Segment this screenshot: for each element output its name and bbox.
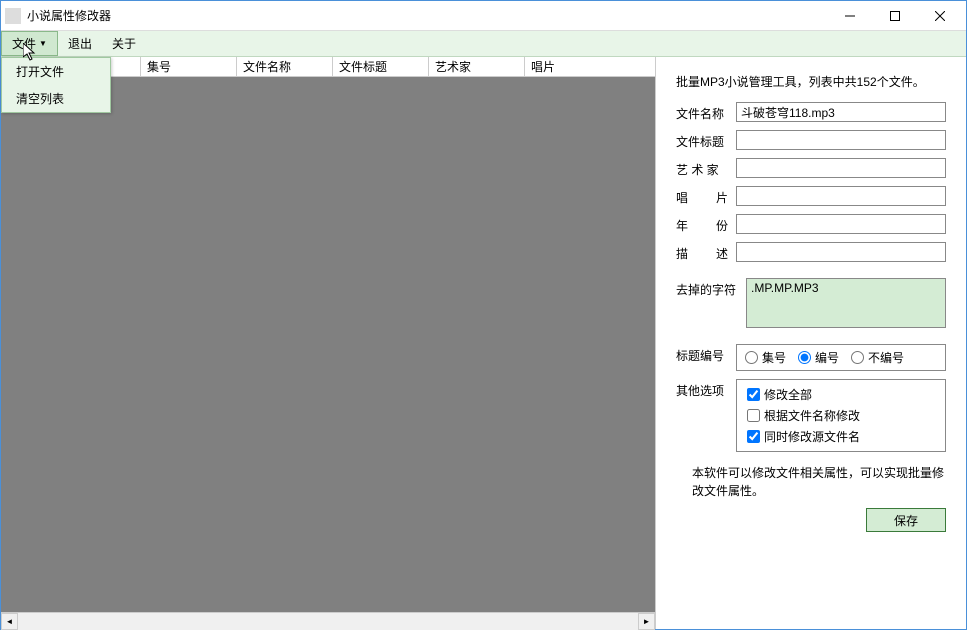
footer-text: 本软件可以修改文件相关属性，可以实现批量修改文件属性。	[692, 464, 946, 500]
save-button[interactable]: 保存	[866, 508, 946, 532]
input-filename[interactable]	[736, 102, 946, 122]
th-artist[interactable]: 艺术家	[429, 57, 525, 76]
label-desc: 描述	[676, 242, 736, 262]
check-source-input[interactable]	[747, 430, 760, 443]
table-body[interactable]	[1, 77, 655, 612]
label-numbering: 标题编号	[676, 344, 736, 364]
label-artist: 艺 术 家	[676, 158, 736, 178]
scroll-left-button[interactable]: ◄	[1, 613, 18, 630]
label-album: 唱片	[676, 186, 736, 206]
label-other: 其他选项	[676, 379, 736, 399]
radio-bianhao-input[interactable]	[798, 351, 811, 364]
th-album[interactable]: 唱片	[525, 57, 621, 76]
check-byname[interactable]: 根据文件名称修改	[747, 407, 860, 424]
check-all-input[interactable]	[747, 388, 760, 401]
scroll-right-button[interactable]: ►	[638, 613, 655, 630]
input-filetitle[interactable]	[736, 130, 946, 150]
input-desc[interactable]	[736, 242, 946, 262]
th-filename[interactable]: 文件名称	[237, 57, 333, 76]
input-artist[interactable]	[736, 158, 946, 178]
check-byname-input[interactable]	[747, 409, 760, 422]
label-year: 年份	[676, 214, 736, 234]
app-icon	[5, 8, 21, 24]
numbering-group: 集号 编号 不编号	[736, 344, 946, 371]
input-year[interactable]	[736, 214, 946, 234]
left-panel: 集号 文件名称 文件标题 艺术家 唱片 ◄ ►	[1, 57, 656, 629]
close-button[interactable]	[917, 2, 962, 30]
minimize-icon	[845, 11, 855, 21]
chevron-down-icon: ▼	[39, 39, 47, 48]
right-panel: 批量MP3小说管理工具，列表中共152个文件。 文件名称 文件标题 艺 术 家 …	[656, 57, 966, 629]
menu-clear-list[interactable]: 清空列表	[2, 85, 110, 112]
content-area: 集号 文件名称 文件标题 艺术家 唱片 ◄ ► 批量MP3小说管理工具，列表中共…	[1, 57, 966, 629]
menu-exit[interactable]: 退出	[58, 31, 102, 56]
window-title: 小说属性修改器	[27, 7, 827, 24]
file-dropdown: 打开文件 清空列表	[1, 57, 111, 113]
menubar: 文件 ▼ 打开文件 清空列表 退出 关于	[1, 31, 966, 57]
info-text: 批量MP3小说管理工具，列表中共152个文件。	[676, 73, 946, 90]
other-group: 修改全部 根据文件名称修改 同时修改源文件名	[736, 379, 946, 452]
input-album[interactable]	[736, 186, 946, 206]
radio-jihao[interactable]: 集号	[745, 349, 786, 366]
window-controls	[827, 2, 962, 30]
label-strip: 去掉的字符	[676, 278, 746, 298]
minimize-button[interactable]	[827, 2, 872, 30]
check-source[interactable]: 同时修改源文件名	[747, 428, 860, 445]
radio-jihao-input[interactable]	[745, 351, 758, 364]
label-filename: 文件名称	[676, 102, 736, 122]
menu-file-label: 文件	[12, 35, 36, 52]
titlebar: 小说属性修改器	[1, 1, 966, 31]
horizontal-scrollbar[interactable]: ◄ ►	[1, 612, 655, 629]
close-icon	[935, 11, 945, 21]
radio-bianhao[interactable]: 编号	[798, 349, 839, 366]
th-filetitle[interactable]: 文件标题	[333, 57, 429, 76]
maximize-button[interactable]	[872, 2, 917, 30]
label-filetitle: 文件标题	[676, 130, 736, 150]
scroll-track[interactable]	[18, 613, 638, 630]
menu-open-file[interactable]: 打开文件	[2, 58, 110, 85]
maximize-icon	[890, 11, 900, 21]
check-all[interactable]: 修改全部	[747, 386, 812, 403]
input-strip[interactable]	[746, 278, 946, 328]
radio-none-input[interactable]	[851, 351, 864, 364]
menu-file[interactable]: 文件 ▼ 打开文件 清空列表	[1, 31, 58, 56]
menu-about[interactable]: 关于	[102, 31, 146, 56]
radio-none[interactable]: 不编号	[851, 349, 904, 366]
th-jihao[interactable]: 集号	[141, 57, 237, 76]
